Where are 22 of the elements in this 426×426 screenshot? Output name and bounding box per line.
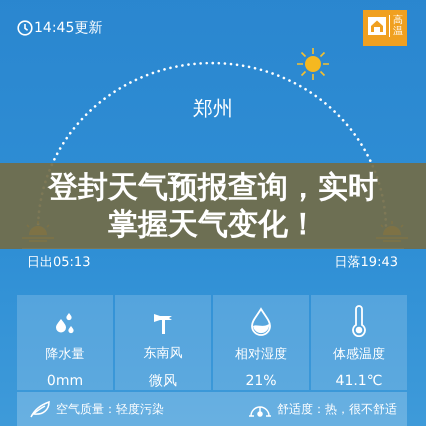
banner-title: 登封天气预报查询，实时掌握天气变化！ [46, 169, 379, 243]
water-drop-icon [248, 307, 274, 337]
thermometer-icon [349, 305, 369, 337]
metric-value: 41.1℃ [336, 373, 382, 389]
sunrise-time: 日出05:13 [27, 254, 90, 271]
metric-label: 东南风 [144, 345, 182, 362]
sun-icon [295, 46, 331, 82]
metric-label: 体感温度 [333, 346, 385, 363]
metric-label: 相对湿度 [235, 346, 287, 363]
comfort-level: 舒适度：热，很不舒适 [277, 400, 397, 418]
house-icon [368, 17, 386, 35]
clock-icon [17, 20, 33, 36]
air-quality: 空气质量：轻度污染 [56, 400, 164, 418]
update-time: 14:45更新 [34, 19, 102, 37]
sunset-time: 日落19:43 [334, 254, 398, 271]
metric-value: 21% [245, 373, 277, 389]
city-name: 郑州 [192, 96, 234, 120]
metric-label: 降水量 [46, 346, 84, 363]
metric-value: 0mm [46, 373, 84, 389]
warning-label: 高温 [389, 15, 403, 37]
metric-value: 微风 [149, 372, 177, 390]
leaf-icon [29, 400, 51, 418]
